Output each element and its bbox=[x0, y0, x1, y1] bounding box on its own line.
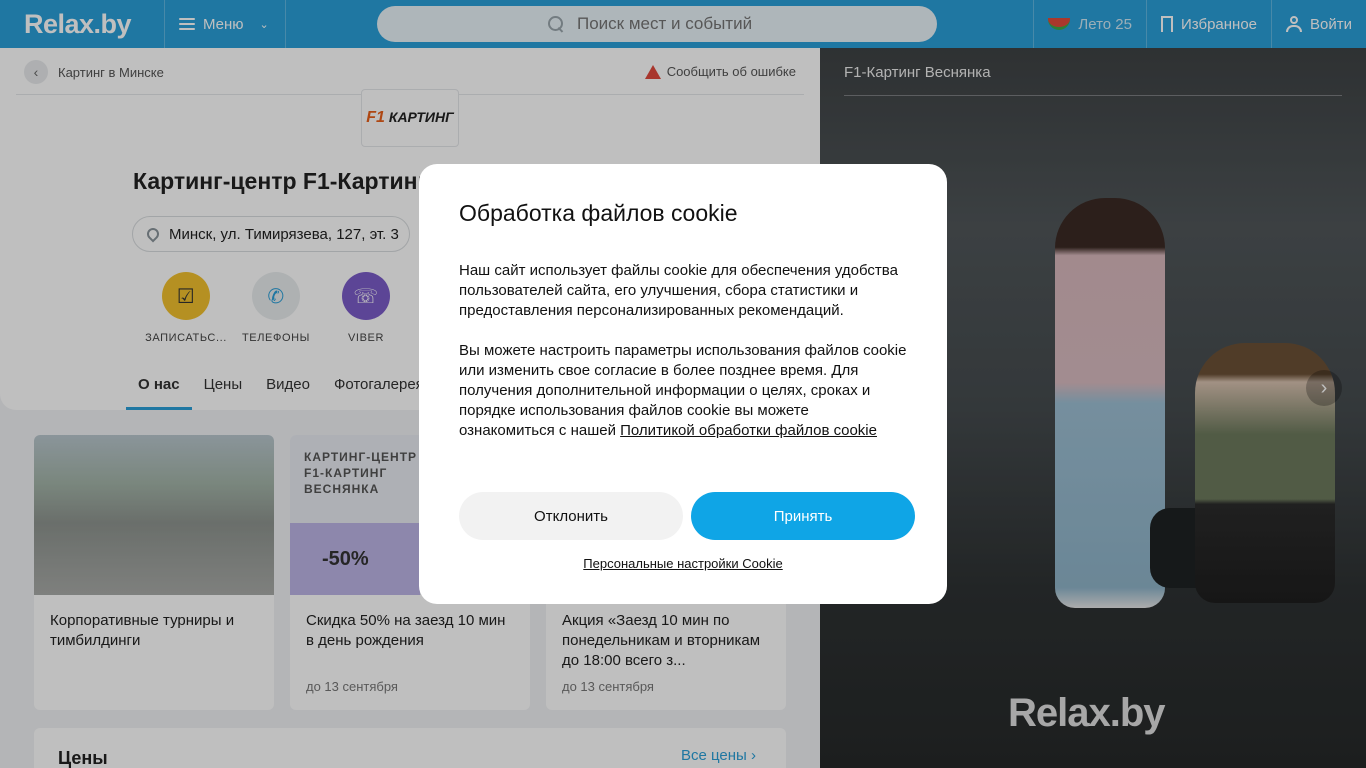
dialog-text: Наш сайт использует файлы cookie для обе… bbox=[459, 262, 898, 319]
cookie-dialog: Обработка файлов cookie Наш сайт использ… bbox=[419, 164, 947, 604]
cookie-settings-link[interactable]: Персональные настройки Cookie bbox=[419, 556, 947, 571]
cookie-policy-link[interactable]: Политикой обработки файлов cookie bbox=[620, 422, 877, 439]
accept-button[interactable]: Принять bbox=[691, 492, 915, 540]
dialog-title: Обработка файлов cookie bbox=[459, 200, 738, 226]
decline-button[interactable]: Отклонить bbox=[459, 492, 683, 540]
dialog-text: Вы можете настроить параметры использова… bbox=[459, 342, 907, 439]
